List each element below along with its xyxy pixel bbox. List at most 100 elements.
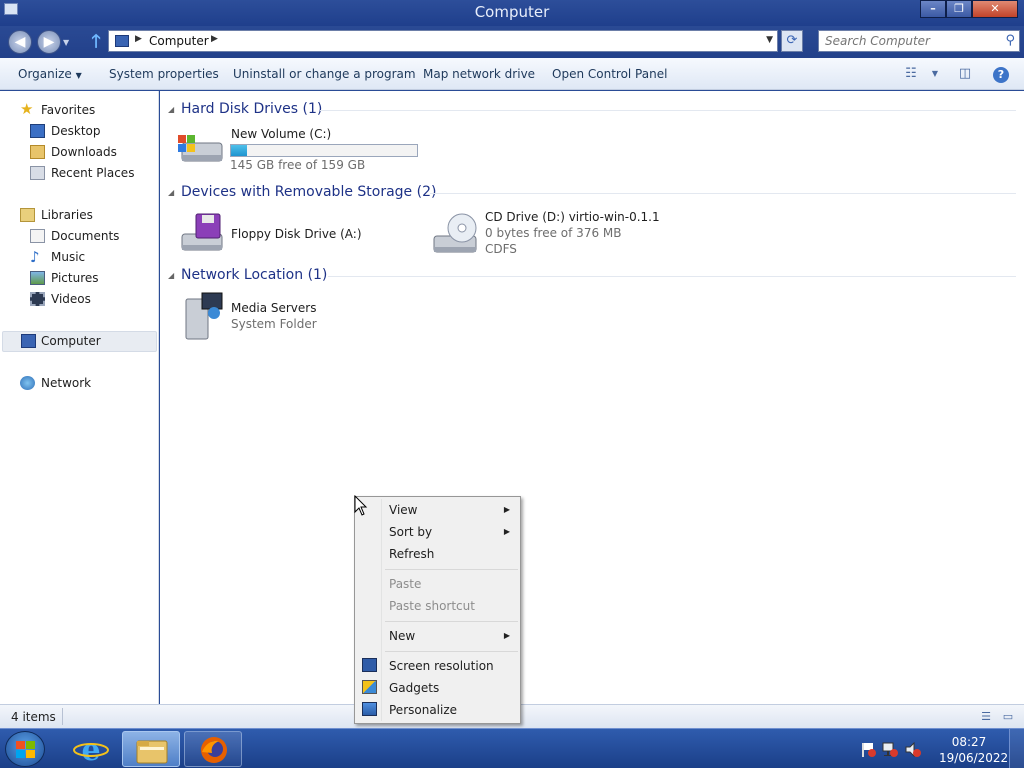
menu-item-sort-by[interactable]: Sort by ▶	[357, 521, 518, 543]
documents-icon	[30, 229, 45, 243]
nav-desktop[interactable]: Desktop	[30, 122, 150, 142]
organize-button[interactable]: Organize ▼	[18, 67, 82, 81]
menu-item-view[interactable]: View ▶	[357, 499, 518, 521]
preview-pane-icon[interactable]: ◫	[954, 65, 976, 83]
collapse-triangle-icon[interactable]: ◢	[168, 271, 174, 280]
floppy-drive-icon	[181, 213, 223, 251]
action-center-flag-icon[interactable]	[860, 742, 876, 757]
menu-item-personalize[interactable]: Personalize	[357, 699, 518, 721]
forward-arrow-icon: ▶	[43, 34, 55, 50]
menu-item-refresh[interactable]: Refresh	[357, 543, 518, 565]
recent-pages-dropdown-icon[interactable]: ▼	[63, 38, 69, 47]
search-icon[interactable]: ⚲	[1005, 33, 1015, 48]
window-controls: – ❐ ✕	[920, 0, 1018, 18]
nav-computer[interactable]: Computer	[2, 331, 157, 352]
group-header-removable-storage[interactable]: Devices with Removable Storage (2)	[181, 184, 436, 200]
group-divider	[320, 110, 1016, 111]
nav-downloads[interactable]: Downloads	[30, 143, 150, 163]
pictures-icon	[30, 271, 45, 285]
drive-tile-floppy[interactable]: Floppy Disk Drive (A:)	[170, 206, 410, 261]
menu-item-new[interactable]: New ▶	[357, 625, 518, 647]
network-icon	[20, 376, 35, 390]
help-icon[interactable]: ?	[993, 67, 1009, 83]
collapse-triangle-icon[interactable]: ◢	[168, 188, 174, 197]
status-divider	[62, 708, 63, 725]
system-clock[interactable]: 08:27 19/06/2022	[939, 734, 1008, 766]
refresh-button[interactable]: ⟳	[781, 30, 803, 52]
desktop-icon	[30, 124, 45, 138]
tiles-view-icon[interactable]: ▭	[1000, 710, 1016, 723]
show-desktop-button[interactable]	[1009, 729, 1024, 768]
taskbar-firefox[interactable]	[184, 731, 242, 767]
drive-tile-c[interactable]: New Volume (C:) 145 GB free of 159 GB	[170, 123, 430, 173]
firefox-icon	[201, 737, 227, 763]
start-button[interactable]	[5, 731, 45, 767]
folder-icon	[136, 740, 168, 764]
drive-name: Floppy Disk Drive (A:)	[231, 227, 362, 241]
change-view-icon[interactable]: ☷	[900, 65, 922, 83]
drive-usage-bar	[230, 144, 418, 157]
uninstall-program-button[interactable]: Uninstall or change a program	[233, 67, 416, 81]
nav-network[interactable]: Network	[20, 374, 150, 394]
breadcrumb-separator-icon[interactable]: ▶	[211, 34, 218, 44]
map-network-drive-button[interactable]: Map network drive	[423, 67, 535, 81]
collapse-triangle-icon[interactable]: ◢	[168, 105, 174, 114]
network-status-icon[interactable]	[882, 742, 898, 757]
back-button[interactable]: ◀	[8, 30, 32, 54]
internet-explorer-icon: e	[73, 733, 109, 768]
media-servers-tile[interactable]: Media Servers System Folder	[170, 289, 390, 344]
nav-libraries[interactable]: Libraries	[20, 206, 150, 226]
screen-resolution-icon	[362, 658, 377, 672]
submenu-arrow-icon: ▶	[503, 505, 510, 514]
breadcrumb-computer[interactable]: Computer	[149, 34, 209, 48]
nav-favorites[interactable]: ★ Favorites	[20, 101, 150, 121]
nav-documents[interactable]: Documents	[30, 227, 150, 247]
group-header-hard-disk-drives[interactable]: Hard Disk Drives (1)	[181, 101, 322, 117]
mouse-cursor-icon	[354, 495, 368, 516]
drive-tile-cd[interactable]: CD Drive (D:) virtio-win-0.1.1 0 bytes f…	[424, 206, 674, 261]
address-dropdown-icon[interactable]: ▼	[766, 35, 773, 45]
up-level-button[interactable]: 🡑	[86, 31, 106, 53]
menu-item-screen-resolution[interactable]: Screen resolution	[357, 655, 518, 677]
navigation-pane: ★ Favorites Desktop Downloads Recent Pla…	[0, 91, 159, 704]
nav-recent-places[interactable]: Recent Places	[30, 164, 150, 184]
svg-text:e: e	[81, 733, 100, 767]
nav-pictures[interactable]: Pictures	[30, 269, 150, 289]
open-control-panel-button[interactable]: Open Control Panel	[552, 67, 667, 81]
personalize-icon	[362, 702, 377, 716]
downloads-folder-icon	[30, 145, 45, 159]
forward-button[interactable]: ▶	[37, 30, 61, 54]
minimize-icon: –	[930, 2, 936, 15]
computer-icon	[21, 334, 36, 348]
hard-drive-icon	[178, 135, 223, 162]
window-title: Computer	[474, 3, 550, 21]
volume-muted-icon[interactable]	[905, 742, 921, 757]
nav-music[interactable]: ♪ Music	[30, 248, 150, 268]
nav-videos[interactable]: Videos	[30, 290, 150, 310]
maximize-button[interactable]: ❐	[946, 0, 972, 18]
taskbar-internet-explorer[interactable]: e	[62, 731, 120, 768]
breadcrumb-separator-icon[interactable]: ▶	[135, 34, 142, 44]
close-icon: ✕	[990, 2, 1000, 15]
command-bar: Organize ▼ System properties Uninstall o…	[0, 58, 1024, 90]
search-box[interactable]: ⚲	[818, 30, 1020, 52]
details-view-icon[interactable]: ☰	[978, 710, 994, 723]
location-type: System Folder	[231, 317, 317, 331]
search-input[interactable]	[819, 31, 997, 51]
content-pane: ◢ Hard Disk Drives (1) New Volume (C:) 1…	[160, 91, 1024, 704]
view-options-dropdown-icon[interactable]: ▼	[924, 65, 946, 83]
context-menu: View ▶ Sort by ▶ Refresh Paste Paste sho…	[354, 496, 521, 724]
menu-item-paste-shortcut: Paste shortcut	[389, 599, 475, 613]
recent-places-icon	[30, 166, 45, 180]
close-button[interactable]: ✕	[972, 0, 1018, 18]
system-properties-button[interactable]: System properties	[109, 67, 219, 81]
menu-item-gadgets[interactable]: Gadgets	[357, 677, 518, 699]
libraries-icon	[20, 208, 35, 222]
submenu-arrow-icon: ▶	[503, 527, 510, 536]
minimize-button[interactable]: –	[920, 0, 946, 18]
refresh-icon: ⟳	[786, 33, 798, 48]
group-header-network-location[interactable]: Network Location (1)	[181, 267, 327, 283]
taskbar: e 08:27 19/06/2022	[0, 728, 1024, 768]
taskbar-windows-explorer[interactable]	[122, 731, 180, 767]
address-bar[interactable]: ▶ Computer ▶ ▼	[108, 30, 778, 52]
